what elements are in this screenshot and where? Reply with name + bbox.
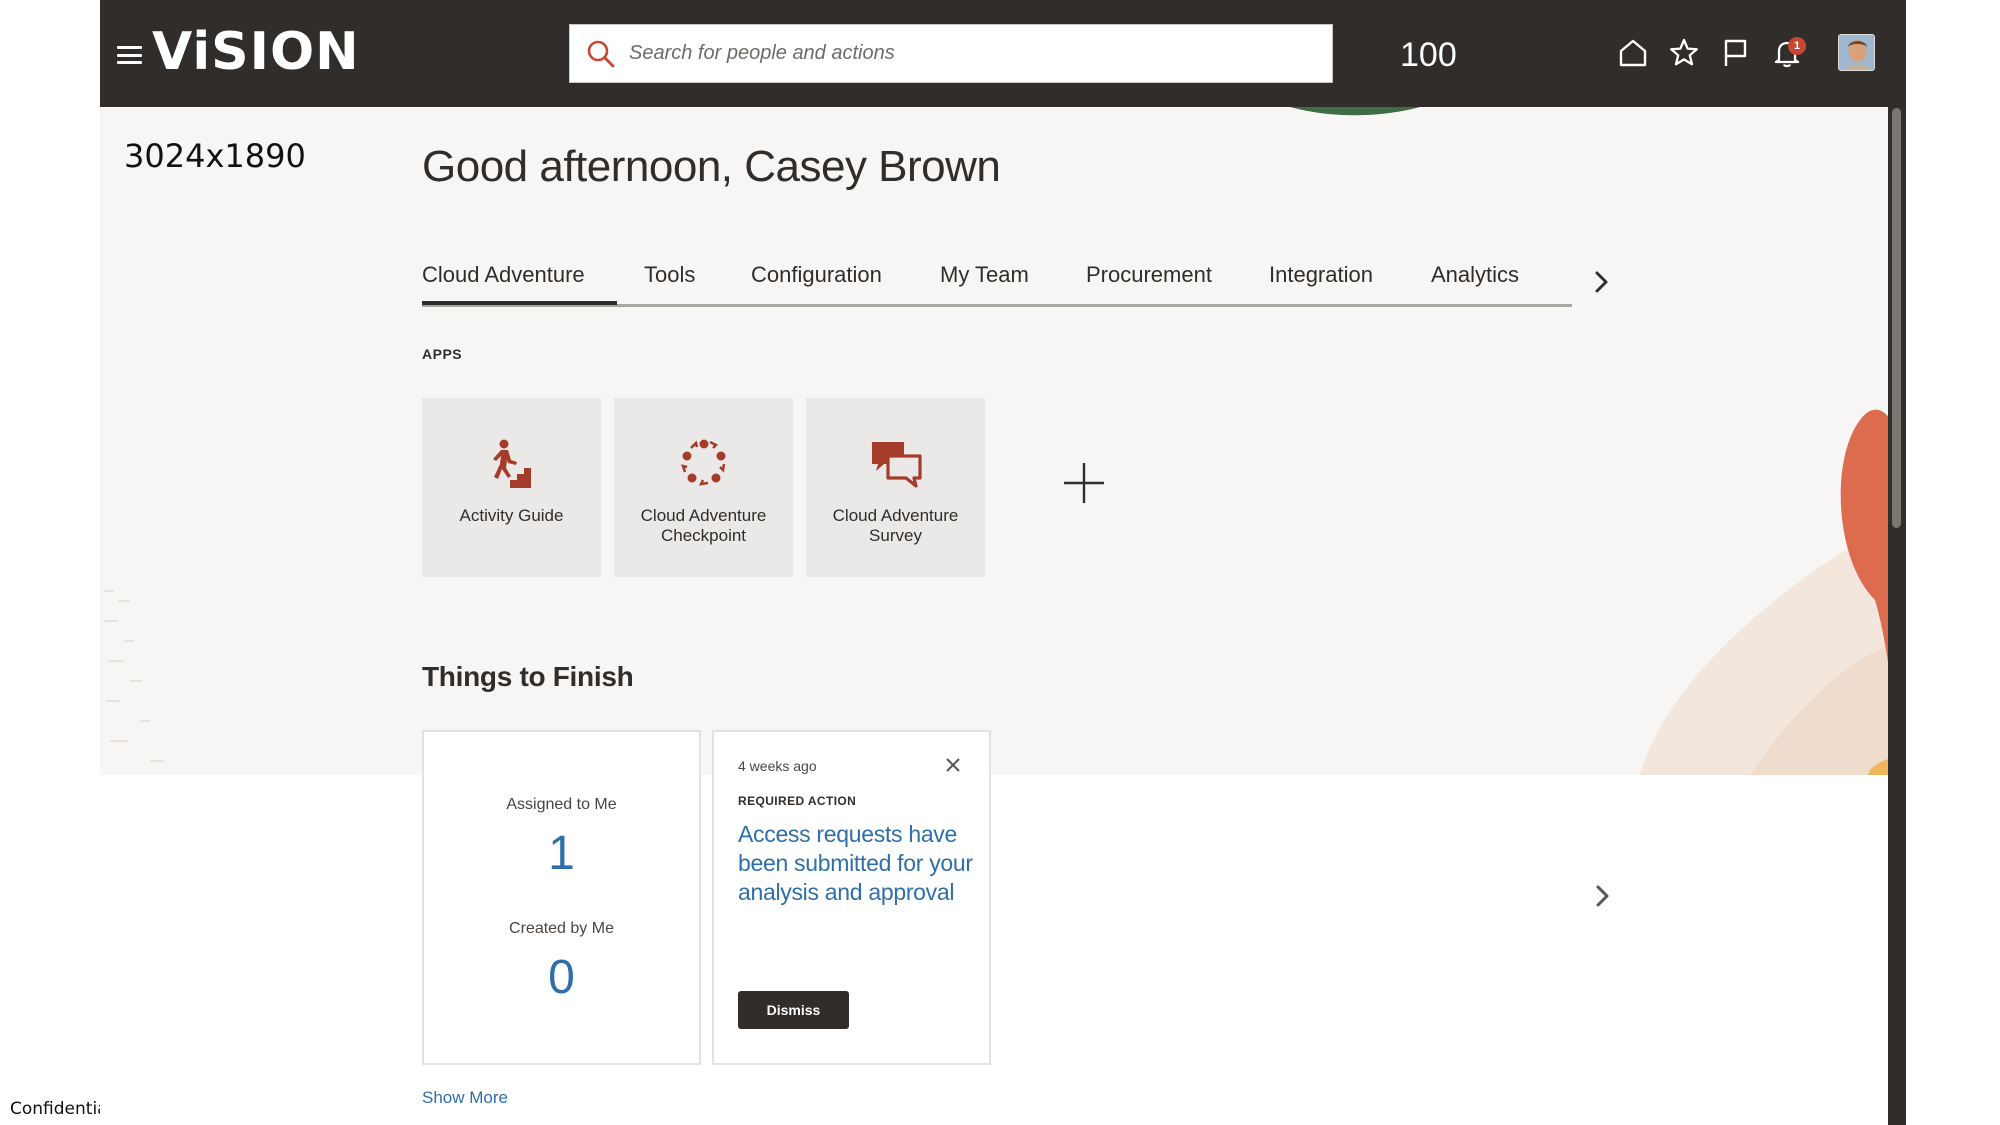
flag-icon[interactable]: [1718, 36, 1752, 70]
active-tab-indicator: [422, 301, 617, 305]
tab-integration[interactable]: Integration: [1269, 262, 1373, 288]
scrollbar-thumb[interactable]: [1892, 108, 1901, 528]
tab-configuration[interactable]: Configuration: [751, 262, 882, 288]
summary-card: Assigned to Me 1 Created by Me 0: [422, 730, 701, 1065]
survey-icon: [871, 442, 922, 488]
app-tile-label: Cloud Adventure Checkpoint: [640, 506, 767, 545]
decorative-background-art: [104, 107, 1906, 775]
required-action-card[interactable]: 4 weeks ago REQUIRED ACTION Access reque…: [712, 730, 991, 1065]
notification-badge: 1: [1788, 37, 1806, 55]
close-icon[interactable]: [944, 756, 962, 774]
dismiss-button[interactable]: Dismiss: [738, 991, 849, 1029]
assigned-to-me-label: Assigned to Me: [506, 796, 617, 813]
app-tile-cloud-adventure-survey[interactable]: Cloud Adventure Survey: [806, 398, 985, 577]
checkpoint-icon: [680, 439, 725, 486]
things-to-finish-next-chevron-icon[interactable]: [1590, 882, 1614, 910]
search-icon: [587, 40, 615, 67]
card-timestamp: 4 weeks ago: [738, 758, 817, 774]
assigned-to-me-count[interactable]: 1: [424, 826, 699, 881]
home-icon[interactable]: [1616, 36, 1650, 70]
tab-cloud-adventure[interactable]: Cloud Adventure: [422, 262, 585, 288]
tab-procurement[interactable]: Procurement: [1086, 262, 1212, 288]
springboard-tabs: Cloud Adventure Tools Configuration My T…: [422, 250, 1572, 307]
card-type-label: REQUIRED ACTION: [738, 794, 857, 808]
app-tile-label: Activity Guide: [459, 506, 564, 525]
search-input[interactable]: [629, 33, 1289, 74]
vision-logo[interactable]: ViSION: [152, 22, 360, 82]
app-tile-activity-guide[interactable]: Activity Guide: [422, 398, 601, 577]
app-tile-label: Cloud Adventure Survey: [832, 506, 959, 545]
created-by-me-count[interactable]: 0: [424, 950, 699, 1005]
app-tile-cloud-adventure-checkpoint[interactable]: Cloud Adventure Checkpoint: [614, 398, 793, 577]
add-app-plus-icon[interactable]: [1063, 462, 1105, 504]
activity-guide-icon: [492, 439, 531, 488]
app-window: [100, 0, 1906, 1125]
action-title-link[interactable]: Access requests have been submitted for …: [738, 820, 973, 907]
confidential-footer-text: Confidential: [10, 1099, 100, 1119]
tabs-next-chevron-icon[interactable]: [1589, 268, 1613, 296]
global-search[interactable]: [569, 24, 1333, 83]
tab-tools[interactable]: Tools: [644, 262, 695, 288]
tab-analytics[interactable]: Analytics: [1431, 262, 1519, 288]
show-more-link[interactable]: Show More: [422, 1088, 508, 1108]
apps-section-label: APPS: [422, 346, 463, 362]
menu-icon[interactable]: [117, 46, 142, 64]
screen: ViSION 100 1 3024x1890 Good afternoon, C…: [0, 0, 2000, 1125]
page-greeting: Good afternoon, Casey Brown: [422, 142, 1001, 191]
star-icon[interactable]: [1667, 36, 1701, 70]
avatar[interactable]: [1838, 34, 1875, 71]
resolution-note: 3024x1890: [124, 137, 306, 175]
created-by-me-label: Created by Me: [509, 920, 614, 937]
things-to-finish-title: Things to Finish: [422, 661, 634, 692]
tab-my-team[interactable]: My Team: [940, 262, 1029, 288]
count-readout: 100: [1400, 36, 1457, 74]
